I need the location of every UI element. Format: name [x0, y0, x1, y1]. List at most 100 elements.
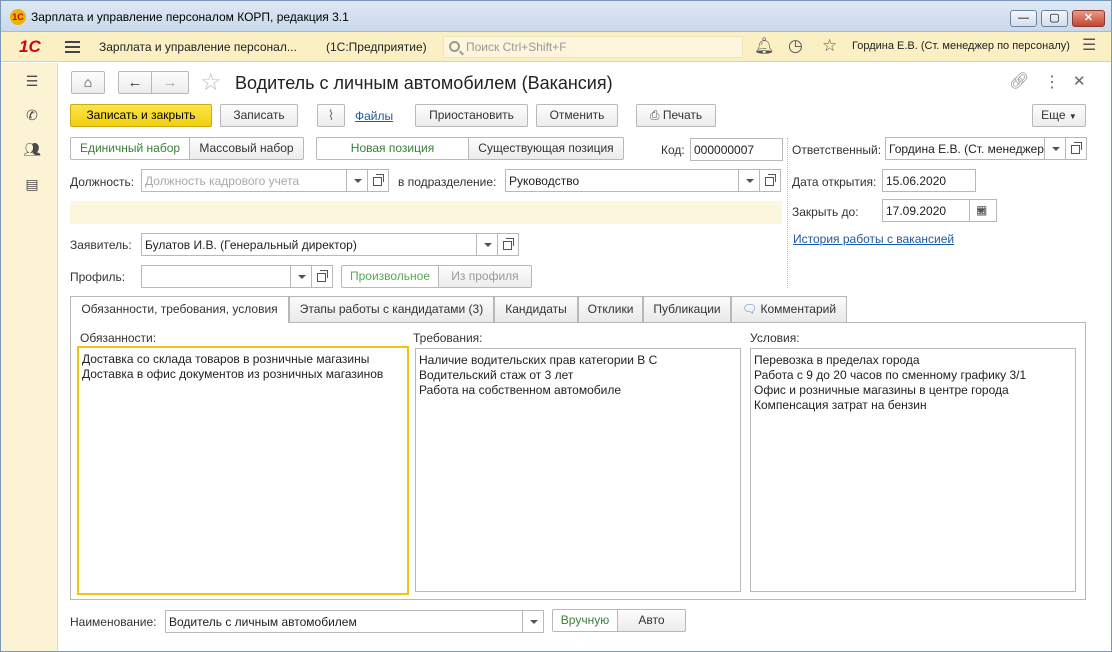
profile-field[interactable]	[141, 265, 291, 288]
favorites-star-icon[interactable]: ☆	[822, 37, 837, 54]
tab-comment[interactable]: 🗨︎ Комментарий	[731, 296, 847, 322]
window-title: Зарплата и управление персоналом КОРП, р…	[31, 10, 349, 24]
print-label: Печать	[662, 108, 703, 122]
tab-responses[interactable]: Отклики	[578, 296, 643, 322]
sidebar-menu-icon[interactable]: ☰	[23, 73, 41, 89]
tab-candidates[interactable]: Кандидаты	[494, 296, 578, 322]
duties-textarea[interactable]: Доставка со склада товаров в розничные м…	[77, 346, 409, 595]
arrow-left-icon: ←	[127, 74, 143, 91]
open-date-label: Дата открытия:	[792, 175, 877, 189]
auto-name-toggle[interactable]: Авто	[617, 609, 686, 632]
responsible-field[interactable]: Гордина Е.В. (Ст. менеджер по персоналу)	[885, 137, 1045, 160]
profile-dropdown-icon[interactable]	[290, 265, 312, 288]
sidebar-users-icon[interactable]: 👥︎	[23, 141, 41, 157]
sidebar-card-icon[interactable]: ▤	[23, 176, 41, 192]
comment-icon: 🗨︎	[741, 302, 758, 316]
tab-duties[interactable]: Обязанности, требования, условия	[70, 296, 289, 323]
conditions-textarea[interactable]: Перевозка в пределах города Работа с 9 д…	[750, 348, 1076, 592]
close-by-field[interactable]: 17.09.2020	[882, 199, 970, 222]
link-icon[interactable]: 🔗︎	[1009, 71, 1029, 91]
global-search-input[interactable]: Поиск Ctrl+Shift+F	[443, 36, 743, 58]
history-icon[interactable]: ◷	[788, 37, 803, 54]
tab-candidate-stages[interactable]: Этапы работы с кандидатами (3)	[289, 296, 494, 322]
close-by-label: Закрыть до:	[792, 205, 859, 219]
code-field[interactable]: 000000007	[690, 138, 783, 161]
existing-position-toggle[interactable]: Существующая позиция	[468, 137, 624, 160]
mass-hiring-toggle[interactable]: Массовый набор	[189, 137, 304, 160]
suspend-button[interactable]: Приостановить	[415, 104, 528, 127]
post-label: Должность:	[70, 175, 135, 189]
conditions-label: Условия:	[750, 331, 800, 345]
profile-open-icon[interactable]	[311, 265, 333, 288]
form-title: Водитель с личным автомобилем (Вакансия)	[235, 73, 613, 93]
responsible-open-icon[interactable]	[1065, 137, 1087, 160]
print-button[interactable]: ⎙ Печать	[636, 104, 716, 127]
calendar-button[interactable]: ▦	[969, 199, 997, 222]
applicant-open-icon[interactable]	[497, 233, 519, 256]
app-window: 1C Зарплата и управление персоналом КОРП…	[0, 0, 1112, 652]
tab-publications[interactable]: Публикации	[643, 296, 731, 322]
paperclip-icon: ⌇	[327, 107, 335, 123]
department-dropdown-icon[interactable]	[738, 169, 760, 192]
responsible-dropdown-icon[interactable]	[1044, 137, 1066, 160]
applicant-field[interactable]: Булатов И.В. (Генеральный директор)	[141, 233, 477, 256]
brand-logo[interactable]: 1С	[19, 37, 41, 57]
save-and-close-button[interactable]: Записать и закрыть	[70, 104, 212, 127]
sidebar-phone-icon[interactable]: ✆	[23, 107, 41, 123]
title-bar[interactable]: 1C Зарплата и управление персоналом КОРП…	[1, 1, 1111, 32]
vacancy-form: ⌂ ← → ☆ Водитель с личным автомобилем (В…	[58, 63, 1111, 651]
files-link[interactable]: Файлы	[355, 109, 393, 123]
department-field[interactable]: Руководство	[505, 169, 739, 192]
home-button[interactable]: ⌂	[71, 71, 105, 94]
attach-button[interactable]: ⌇	[317, 104, 345, 127]
open-date-field[interactable]: 15.06.2020	[882, 169, 976, 192]
info-strip	[70, 201, 782, 224]
requirements-textarea[interactable]: Наличие водительских прав категории В С …	[415, 348, 741, 592]
manual-name-toggle[interactable]: Вручную	[552, 609, 618, 632]
close-icon: ✕	[1083, 12, 1094, 24]
name-field[interactable]: Водитель с личным автомобилем	[165, 610, 523, 633]
name-label: Наименование:	[70, 615, 157, 629]
column-divider	[787, 138, 788, 288]
requirements-label: Требования:	[413, 331, 483, 345]
save-button[interactable]: Записать	[220, 104, 298, 127]
post-open-icon[interactable]	[367, 169, 389, 192]
current-user[interactable]: Гордина Е.В. (Ст. менеджер по персоналу)	[852, 40, 1070, 52]
more-label: Еще	[1041, 108, 1066, 122]
applicant-dropdown-icon[interactable]	[476, 233, 498, 256]
back-button[interactable]: ←	[118, 71, 152, 94]
app-toolbar: 1С Зарплата и управление персонал... (1С…	[1, 32, 1111, 62]
forward-button[interactable]: →	[151, 71, 189, 94]
code-label: Код:	[661, 143, 685, 157]
more-button[interactable]: Еще ▼	[1032, 104, 1086, 127]
duties-label: Обязанности:	[80, 331, 157, 345]
app-logo-icon: 1C	[10, 9, 26, 25]
menu-icon[interactable]	[65, 41, 80, 53]
new-position-toggle[interactable]: Новая позиция	[316, 137, 469, 160]
minimize-icon: —	[1018, 12, 1029, 24]
from-profile-toggle[interactable]: Из профиля	[438, 265, 532, 288]
chevron-down-icon: ▼	[1068, 112, 1077, 121]
post-field[interactable]: Должность кадрового учета	[141, 169, 347, 192]
maximize-icon: ▢	[1049, 12, 1060, 24]
favorite-star-icon[interactable]: ☆	[200, 68, 222, 97]
responsible-label: Ответственный:	[792, 143, 882, 157]
vacancy-history-link[interactable]: История работы с вакансией	[793, 232, 954, 246]
free-profile-toggle[interactable]: Произвольное	[341, 265, 439, 288]
close-form-icon[interactable]: ✕	[1073, 72, 1086, 90]
home-icon: ⌂	[83, 74, 93, 90]
department-open-icon[interactable]	[759, 169, 781, 192]
single-hiring-toggle[interactable]: Единичный набор	[70, 137, 190, 160]
close-window-button[interactable]: ✕	[1072, 10, 1105, 27]
app-subtitle: (1С:Предприятие)	[326, 40, 427, 54]
search-placeholder: Поиск Ctrl+Shift+F	[466, 40, 567, 54]
post-dropdown-icon[interactable]	[346, 169, 368, 192]
settings-menu-icon[interactable]: ☰	[1082, 38, 1096, 54]
more-vertical-icon[interactable]: ⋮	[1044, 72, 1060, 92]
minimize-button[interactable]: —	[1010, 10, 1037, 27]
arrow-right-icon: →	[162, 74, 178, 91]
maximize-button[interactable]: ▢	[1041, 10, 1068, 27]
name-dropdown-icon[interactable]	[522, 610, 544, 633]
cancel-vacancy-button[interactable]: Отменить	[536, 104, 618, 127]
bell-icon[interactable]: 🔔︎	[754, 39, 774, 55]
